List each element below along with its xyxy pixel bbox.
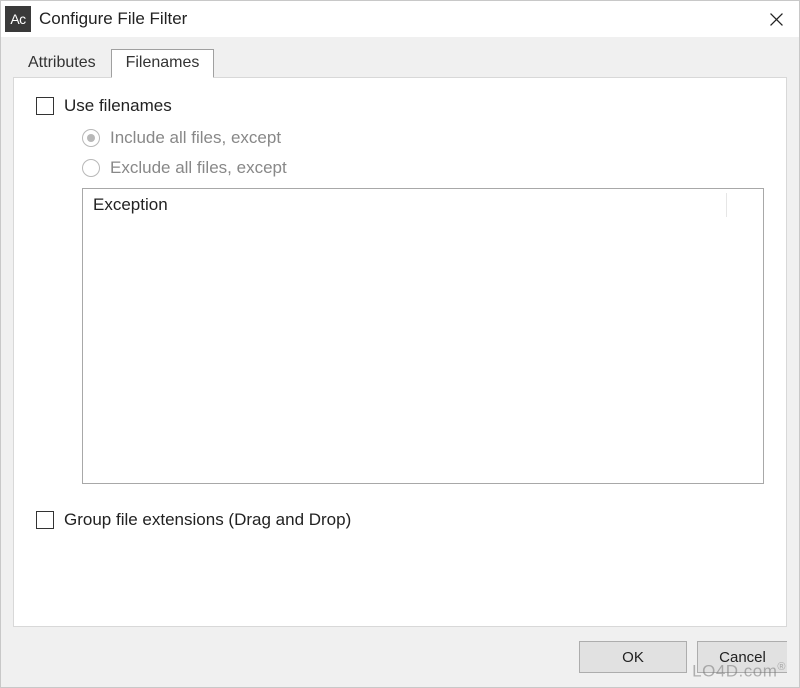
filter-mode-radio-group: Include all files, except Exclude all fi…	[82, 128, 764, 178]
exclude-radio-row: Exclude all files, except	[82, 158, 764, 178]
app-icon: Ac	[5, 6, 31, 32]
tabs-row: Attributes Filenames	[13, 49, 787, 77]
window-title: Configure File Filter	[39, 9, 753, 29]
exception-list-header: Exception	[89, 193, 727, 217]
exclude-radio-label: Exclude all files, except	[110, 158, 287, 178]
include-radio[interactable]	[82, 129, 100, 147]
tab-filenames[interactable]: Filenames	[111, 49, 215, 78]
include-radio-label: Include all files, except	[110, 128, 281, 148]
exclude-radio[interactable]	[82, 159, 100, 177]
group-extensions-label: Group file extensions (Drag and Drop)	[64, 510, 351, 530]
exception-list[interactable]: Exception	[82, 188, 764, 484]
tab-control: Attributes Filenames Use filenames Inclu…	[13, 49, 787, 627]
cancel-button[interactable]: Cancel	[697, 641, 787, 673]
close-icon	[770, 13, 783, 26]
close-button[interactable]	[753, 1, 799, 37]
tab-panel-filenames: Use filenames Include all files, except …	[13, 77, 787, 627]
use-filenames-checkbox[interactable]	[36, 97, 54, 115]
tab-attributes[interactable]: Attributes	[13, 49, 111, 77]
include-radio-row: Include all files, except	[82, 128, 764, 148]
ok-button[interactable]: OK	[579, 641, 687, 673]
group-extensions-checkbox[interactable]	[36, 511, 54, 529]
use-filenames-label: Use filenames	[64, 96, 172, 116]
dialog-window: Ac Configure File Filter Attributes File…	[0, 0, 800, 688]
group-extensions-row: Group file extensions (Drag and Drop)	[36, 510, 764, 530]
titlebar: Ac Configure File Filter	[1, 1, 799, 37]
use-filenames-row: Use filenames	[36, 96, 764, 116]
dialog-buttons: OK Cancel	[13, 627, 787, 681]
client-area: Attributes Filenames Use filenames Inclu…	[1, 37, 799, 687]
